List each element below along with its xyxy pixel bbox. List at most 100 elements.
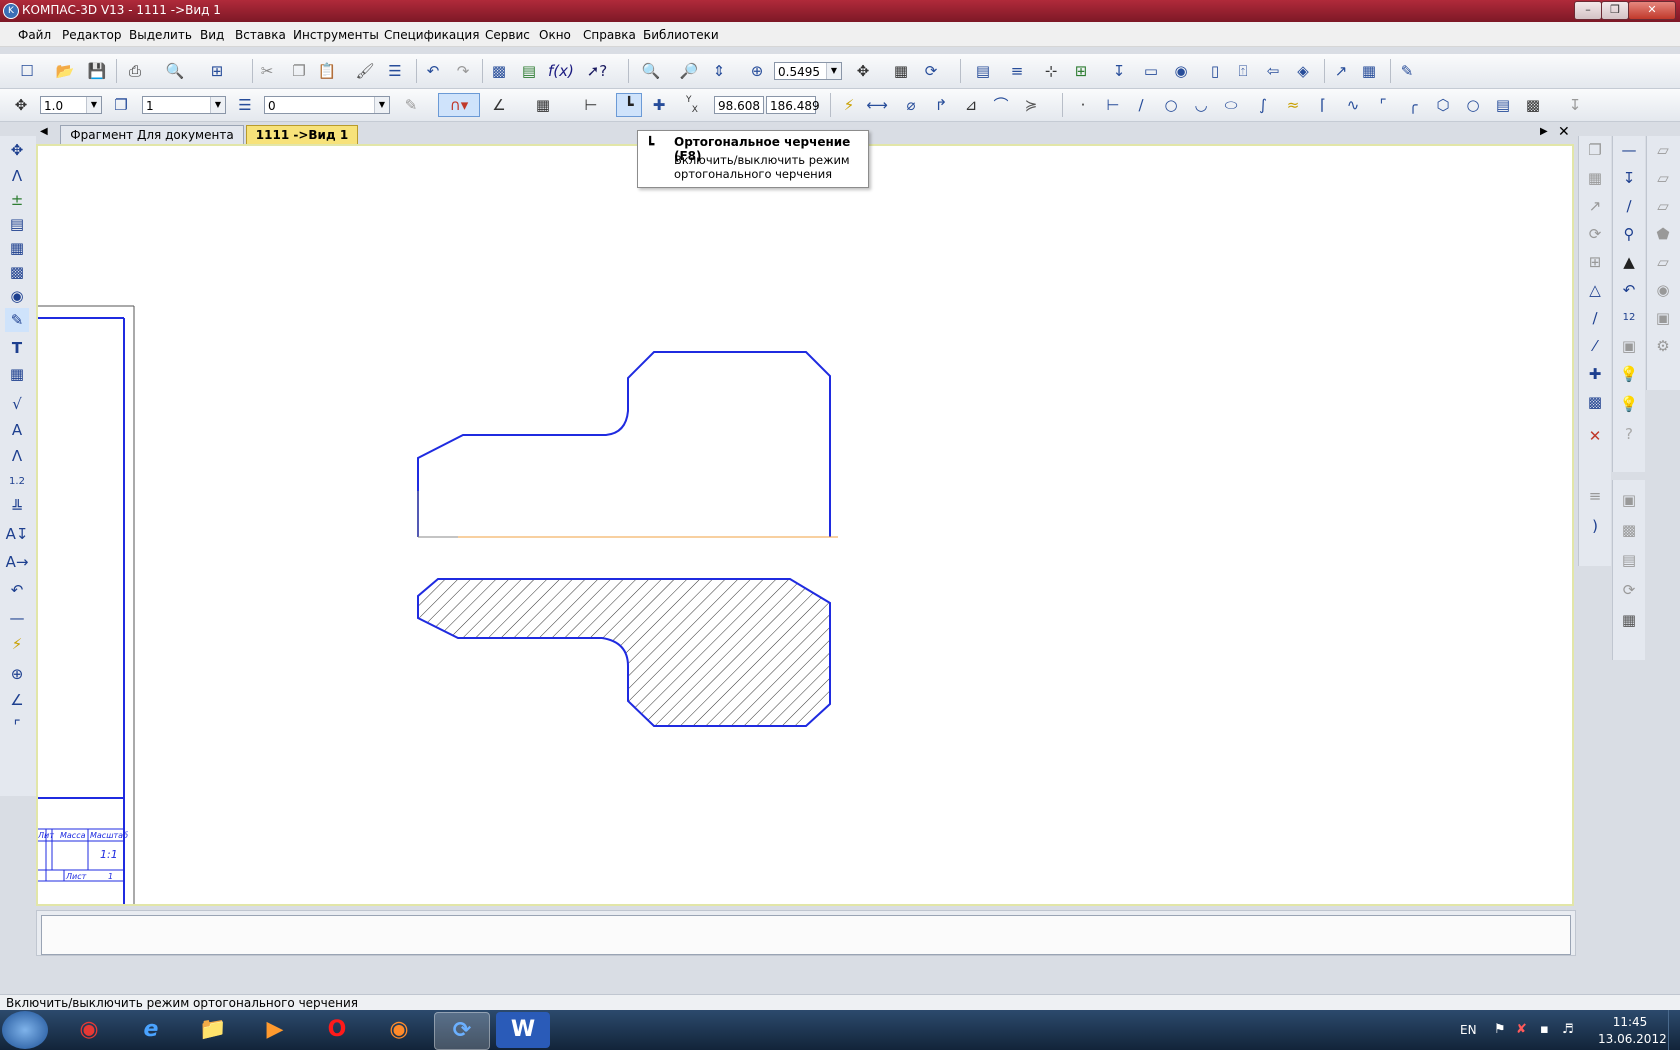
deform-icon[interactable]: ⊞ [1583,250,1607,274]
symmetry-icon[interactable]: △ [1583,278,1607,302]
volume-icon[interactable]: ♬ [1562,1022,1574,1037]
zoom-dynamic-icon[interactable]: ⇕ [708,60,730,82]
menu-libraries[interactable]: Библиотеки [643,28,719,42]
view-tilt-icon[interactable]: ▩ [1617,518,1641,542]
measure-icon[interactable]: ≡ [1006,60,1028,82]
diamond-info-icon[interactable]: ◈ [1292,60,1314,82]
add-point-icon[interactable]: ⊞ [1070,60,1092,82]
triangle-icon[interactable]: ▲ [1617,250,1641,274]
extend-icon[interactable]: ✚ [1583,362,1607,386]
roughness-icon[interactable]: ≽ [1020,94,1042,116]
dimensions-icon[interactable]: Λ [5,164,29,188]
view-cube-icon[interactable]: ▣ [1617,488,1641,512]
revolve-icon[interactable]: ◉ [1651,278,1675,302]
brand-icon[interactable]: 1.2 [5,470,29,494]
export-view-icon[interactable]: ↗ [1330,60,1352,82]
function-fx-icon[interactable]: f(x) [548,60,574,82]
spline-icon[interactable]: ∫ [1252,94,1274,116]
geometry-icon[interactable]: ✥ [5,138,29,162]
open-folder-icon[interactable]: 📂 [54,60,76,82]
word-icon[interactable]: W [496,1012,550,1048]
diagonal-line-icon[interactable]: ∕ [1617,194,1641,218]
close-tab-icon[interactable]: ✕ [1558,124,1570,140]
insert-arrow-icon[interactable]: ⇦ [1262,60,1284,82]
chevron-down-icon[interactable]: ▼ [210,97,225,113]
measure-icon[interactable]: ◉ [5,284,29,308]
sketch-pen-icon[interactable]: ✎ [1396,60,1418,82]
coord-x-field[interactable]: 98.608 [714,96,764,114]
polygon-icon[interactable]: ⬡ [1432,94,1454,116]
close-button[interactable]: ✕ [1628,1,1676,20]
lamp-icon[interactable]: 💡 [1617,362,1641,386]
line-style-icon[interactable]: — [1617,138,1641,162]
menu-insert[interactable]: Вставка [235,28,286,42]
pan-icon[interactable]: ✥ [852,60,874,82]
bracket-icon[interactable]: ⌜ [5,714,29,738]
zoom-combo[interactable]: 0.5495 ▼ [774,62,842,80]
coord-y-field[interactable]: 186.489 [766,96,820,114]
format-painter-icon[interactable]: 🖌 [354,60,376,82]
print-preview-icon[interactable]: 🔍 [164,60,186,82]
kompas-logo-icon[interactable]: K [3,3,19,19]
view-arrow-icon[interactable]: A→ [5,550,29,574]
equidistant-icon[interactable]: ○ [1462,94,1484,116]
gear-icon[interactable]: ⚙ [1651,334,1675,358]
clock-time[interactable]: 11:45 [1600,1015,1660,1029]
hatch-icon[interactable]: ▤ [1492,94,1514,116]
copy-object-icon[interactable]: ❐ [1583,138,1607,162]
rebuild-icon[interactable]: ▦ [890,60,912,82]
show-desktop-button[interactable] [1668,1010,1680,1050]
dimension-diameter-icon[interactable]: ⌀ [900,94,922,116]
round-angle-icon[interactable]: ∠ [488,94,510,116]
local-cs-icon[interactable]: ✥ [10,94,32,116]
properties-pen-icon[interactable]: ✎ [400,94,422,116]
opera-icon[interactable]: O [310,1012,364,1048]
language-indicator[interactable]: EN [1460,1023,1477,1037]
sketch-icon[interactable]: ▱ [1651,250,1675,274]
redo-icon[interactable]: ↷ [452,60,474,82]
part-upper-contour[interactable] [417,351,831,537]
antivirus-icon[interactable]: ✘ [1516,1022,1527,1037]
menu-service[interactable]: Сервис [485,28,530,42]
polyline-icon[interactable]: ≈ [1282,94,1304,116]
zoom-all-icon[interactable]: 🔎 [678,60,700,82]
insert-fragment-icon[interactable]: ↧ [1564,94,1586,116]
plane-offset-icon[interactable]: ▱ [1651,166,1675,190]
maximize-button[interactable]: ❒ [1601,1,1629,20]
export-icon[interactable]: ⊞ [206,60,228,82]
axis-line-icon[interactable]: — [5,606,29,630]
views-icon[interactable]: ❐ [110,94,132,116]
extrude-icon[interactable]: ▣ [1651,306,1675,330]
kompas-taskbar-icon[interactable]: ⟳ [434,1012,490,1050]
copy-icon[interactable]: ❐ [288,60,310,82]
form-tolerance-icon[interactable]: A↧ [5,522,29,546]
chevron-right-icon[interactable]: ▶ [1540,126,1548,137]
plane-icon[interactable]: ▱ [1651,138,1675,162]
local-axes-icon[interactable]: ⊢ [580,94,602,116]
zoom-in-icon[interactable]: ⊕ [746,60,768,82]
arrow-down-icon[interactable]: ↧ [1617,166,1641,190]
internet-explorer-icon[interactable]: e [124,1012,178,1048]
break-icon[interactable]: ∕ [1583,306,1607,330]
hatch-area-icon[interactable]: ▤ [972,60,994,82]
dimension-radius-icon[interactable]: ↱ [930,94,952,116]
minimize-button[interactable]: – [1574,1,1602,20]
dimension-linear-icon[interactable]: ⟷ [866,94,888,116]
tab-fragment[interactable]: Фрагмент Для документа [60,125,244,145]
stack-icon[interactable]: ▤ [1617,548,1641,572]
arc-icon[interactable]: ◡ [1190,94,1212,116]
tree-icon[interactable]: ▦ [1358,60,1380,82]
chevron-down-icon[interactable]: ▼ [86,97,101,113]
manager-icon[interactable]: ▩ [488,60,510,82]
segment-icon[interactable]: ∕ [1130,94,1152,116]
auxiliary-line-icon[interactable]: ⊢ [1102,94,1124,116]
menu-window[interactable]: Окно [539,28,571,42]
save-icon[interactable]: 💾 [86,60,108,82]
cursor-icon[interactable]: ✚ [648,94,670,116]
menu-help[interactable]: Справка [583,28,636,42]
chevron-down-icon[interactable]: ▼ [374,97,389,113]
network-icon[interactable]: ▪ [1540,1022,1549,1037]
move-object-icon[interactable]: ▦ [1583,166,1607,190]
text-icon[interactable]: T [5,336,29,360]
select-icon[interactable]: ✎ [5,308,29,332]
